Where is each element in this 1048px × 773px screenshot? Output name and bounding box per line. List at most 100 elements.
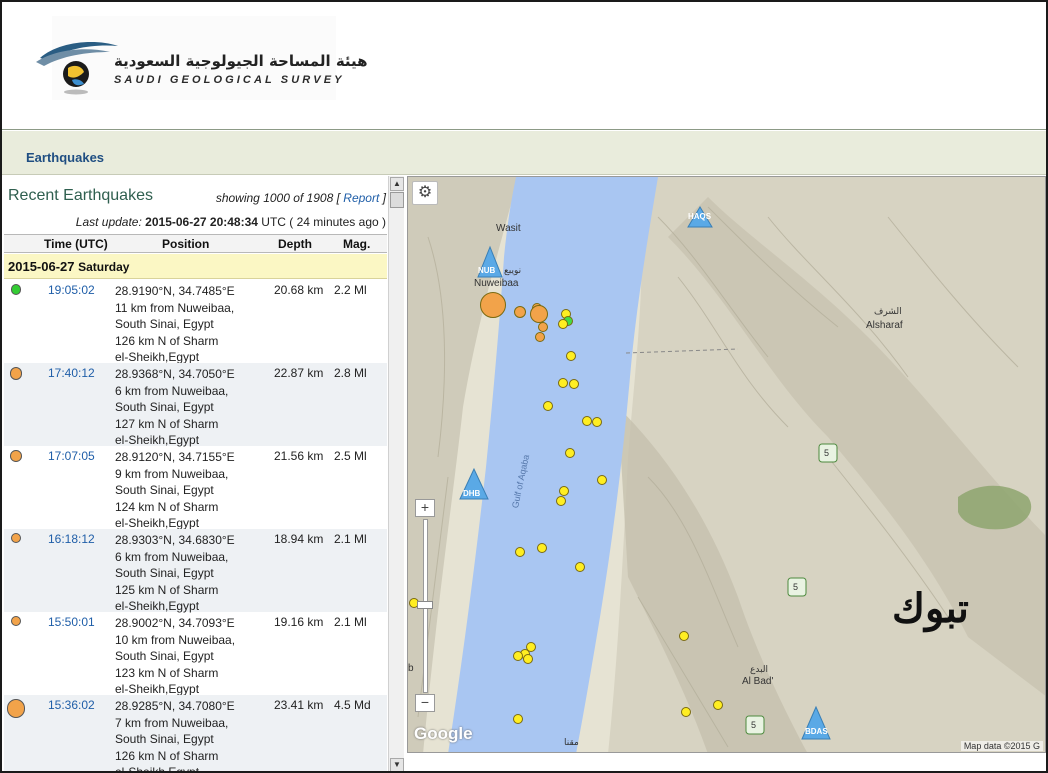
event-coords: 28.9368°N, 34.7050°E: [115, 367, 235, 381]
event-location-line: 126 km N of Sharm: [115, 333, 219, 348]
station-bdas[interactable]: BDAS: [805, 727, 828, 736]
label-tabuk: تبوك: [892, 585, 969, 632]
map-settings-button[interactable]: ⚙: [412, 181, 438, 205]
label-alsharaf: Alsharaf: [866, 320, 903, 331]
event-location-line: 126 km N of Sharm: [115, 748, 219, 763]
label-albad-ar: البدع: [750, 665, 769, 675]
quake-marker[interactable]: [558, 378, 568, 388]
event-depth: 19.16 km: [274, 615, 324, 629]
list-title: Recent Earthquakes: [8, 187, 153, 204]
magnitude-marker-icon: [10, 284, 22, 295]
showing-count: showing 1000 of 1908 [ Report ]: [216, 191, 386, 205]
app-window: هيئة المساحة الجيولوجية السعودية SAUDI G…: [0, 0, 1048, 773]
event-location-line: South Sinai, Egypt: [115, 732, 214, 746]
magnitude-marker-icon: [10, 533, 22, 544]
event-time-link[interactable]: 15:36:02: [48, 698, 95, 712]
quake-marker[interactable]: [569, 379, 579, 389]
event-magnitude: 2.5 Ml: [334, 449, 367, 463]
nav-bar: Earthquakes: [2, 131, 1046, 175]
quake-marker[interactable]: [713, 700, 723, 710]
map-attribution[interactable]: Map data ©2015 G: [960, 741, 1043, 751]
label-alsharaf-ar: الشرف: [874, 307, 902, 317]
quake-marker[interactable]: [575, 562, 585, 572]
zoom-slider-handle[interactable]: [417, 601, 433, 609]
report-link[interactable]: Report: [343, 191, 379, 205]
quake-marker[interactable]: [535, 332, 545, 342]
zoom-in-button[interactable]: +: [415, 499, 435, 517]
earthquake-list-panel: Recent Earthquakes showing 1000 of 1908 …: [4, 176, 404, 773]
scroll-thumb[interactable]: [390, 192, 404, 208]
quake-marker[interactable]: [523, 654, 533, 664]
quake-marker[interactable]: [556, 496, 566, 506]
quake-marker[interactable]: [566, 351, 576, 361]
station-dhb[interactable]: DHB: [463, 489, 480, 498]
event-time-link[interactable]: 17:40:12: [48, 366, 95, 380]
event-location-line: South Sinai, Egypt: [115, 649, 214, 663]
quake-marker[interactable]: [537, 543, 547, 553]
event-position: 28.9120°N, 34.7155°E 9 km from Nuweibaa, S…: [115, 449, 275, 532]
map-canvas[interactable]: [408, 177, 1046, 753]
quake-marker[interactable]: [530, 305, 548, 323]
col-position[interactable]: Position: [162, 237, 209, 251]
event-location-line: el-Sheikh,Egypt: [115, 765, 200, 773]
quake-marker[interactable]: [513, 714, 523, 724]
event-time-link[interactable]: 15:50:01: [48, 615, 95, 629]
col-mag[interactable]: Mag.: [343, 237, 370, 251]
event-time-link[interactable]: 19:05:02: [48, 283, 95, 297]
quake-marker[interactable]: [480, 292, 506, 318]
quake-marker[interactable]: [513, 651, 523, 661]
quake-marker[interactable]: [514, 306, 526, 318]
magnitude-marker-icon: [6, 699, 26, 718]
event-position: 28.9285°N, 34.7080°E 7 km from Nuweibaa, S…: [115, 698, 275, 773]
earthquake-map[interactable]: HAQS NUB DHB BDAS 5 5 5 Wasit نويبع Nuwe…: [407, 176, 1046, 753]
table-row[interactable]: 19:05:02 28.9190°N, 34.7485°E 11 km from N…: [4, 280, 387, 364]
weekday: Saturday: [78, 260, 130, 274]
table-row[interactable]: 17:07:05 28.9120°N, 34.7155°E 9 km from Nu…: [4, 446, 387, 532]
event-magnitude: 4.5 Md: [334, 698, 371, 712]
list-scrollbar[interactable]: ▲ ▼: [388, 176, 404, 771]
event-location-line: 10 km from Nuweibaa,: [115, 632, 236, 647]
event-location-line: 127 km N of Sharm: [115, 416, 219, 431]
sgs-globe-icon: [36, 42, 118, 95]
quake-marker[interactable]: [592, 417, 602, 427]
quake-marker[interactable]: [679, 631, 689, 641]
last-update-label: Last update:: [75, 215, 142, 229]
last-update: Last update: 2015-06-27 20:48:34 UTC ( 2…: [76, 215, 386, 229]
logo-english-text: SAUDI GEOLOGICAL SURVEY: [114, 74, 345, 86]
station-haqs[interactable]: HAQS: [688, 212, 711, 221]
nav-earthquakes-link[interactable]: Earthquakes: [26, 150, 104, 165]
last-update-time: 2015-06-27 20:48:34: [145, 215, 258, 229]
event-time-link[interactable]: 16:18:12: [48, 532, 95, 546]
event-location-line: South Sinai, Egypt: [115, 317, 214, 331]
quake-marker[interactable]: [559, 486, 569, 496]
gear-icon: ⚙: [417, 184, 433, 201]
quake-marker[interactable]: [538, 322, 548, 332]
table-row[interactable]: 16:18:12 28.9303°N, 34.6830°E 6 km from Nu…: [4, 529, 387, 615]
quake-marker[interactable]: [515, 547, 525, 557]
table-row[interactable]: 15:50:01 28.9002°N, 34.7093°E 10 km from N…: [4, 612, 387, 696]
event-depth: 23.41 km: [274, 698, 324, 712]
col-depth[interactable]: Depth: [278, 237, 312, 251]
scroll-up-button[interactable]: ▲: [390, 177, 404, 191]
event-position: 28.9303°N, 34.6830°E 6 km from Nuweibaa, S…: [115, 532, 275, 615]
event-depth: 20.68 km: [274, 283, 324, 297]
google-logo[interactable]: Google: [414, 724, 473, 744]
last-update-suffix: UTC ( 24 minutes ago ): [261, 215, 386, 229]
station-nub[interactable]: NUB: [478, 266, 495, 275]
quake-marker[interactable]: [558, 319, 568, 329]
event-location-line: South Sinai, Egypt: [115, 400, 214, 414]
col-time[interactable]: Time (UTC): [44, 237, 108, 251]
scroll-down-button[interactable]: ▼: [390, 758, 404, 771]
event-location-line: 123 km N of Sharm: [115, 665, 219, 680]
event-time-link[interactable]: 17:07:05: [48, 449, 95, 463]
quake-marker[interactable]: [582, 416, 592, 426]
quake-marker[interactable]: [597, 475, 607, 485]
event-location-line: el-Sheikh,Egypt: [115, 350, 200, 364]
quake-marker[interactable]: [543, 401, 553, 411]
quake-marker[interactable]: [565, 448, 575, 458]
label-nuweibaa: Nuweibaa: [474, 278, 519, 289]
quake-marker[interactable]: [681, 707, 691, 717]
table-row[interactable]: 15:36:02 28.9285°N, 34.7080°E 7 km from Nu…: [4, 695, 387, 773]
table-row[interactable]: 17:40:12 28.9368°N, 34.7050°E 6 km from Nu…: [4, 363, 387, 447]
zoom-out-button[interactable]: −: [415, 694, 435, 712]
